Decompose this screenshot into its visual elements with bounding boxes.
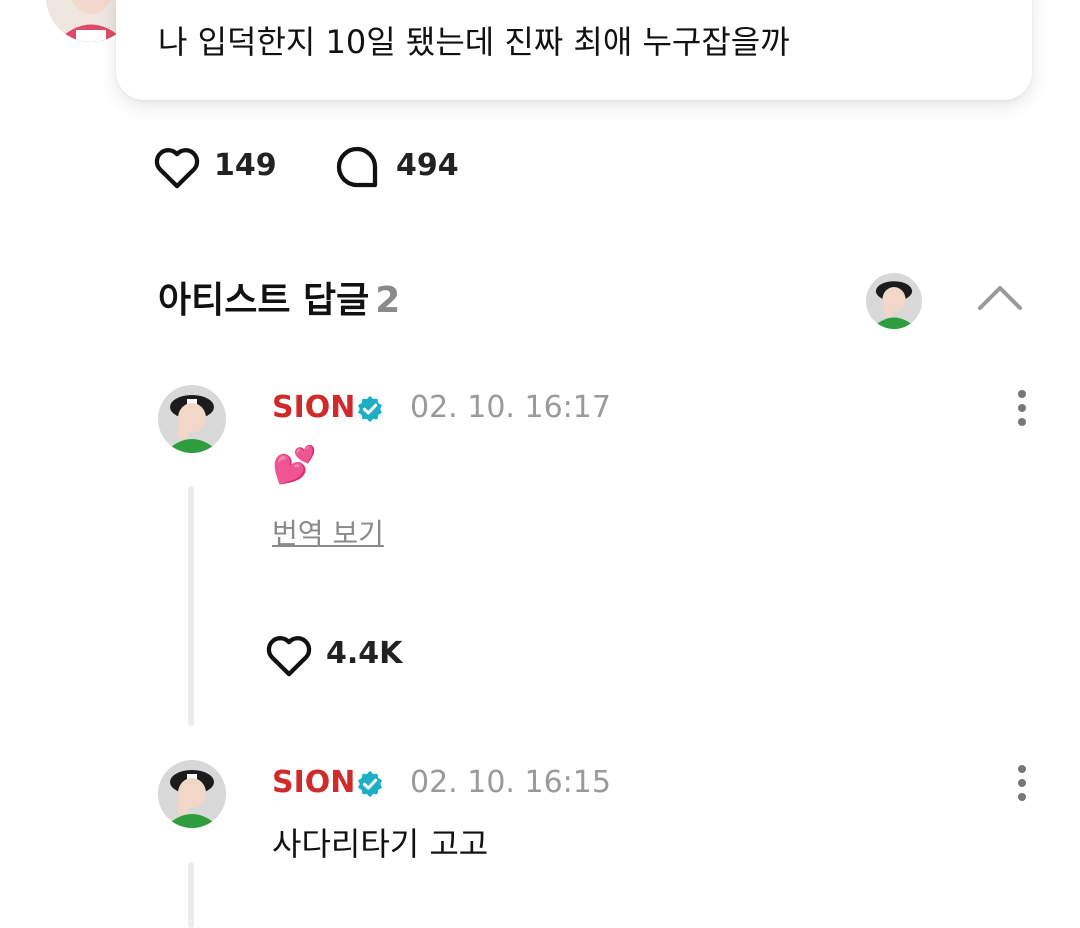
post-comment-count: 494	[396, 148, 459, 183]
thread-line	[188, 486, 194, 726]
chevron-up-icon	[978, 286, 1022, 310]
reply-author-avatar[interactable]	[158, 760, 226, 828]
reply-like-button[interactable]	[262, 628, 316, 686]
reply-author-name[interactable]: SION	[272, 763, 355, 803]
verified-badge-icon	[355, 394, 385, 428]
reply-more-button[interactable]	[1010, 386, 1034, 430]
reply-body: 💕	[272, 445, 317, 486]
artist-replies-count: 2	[375, 280, 401, 321]
translate-link[interactable]: 번역 보기	[272, 516, 384, 552]
artist-replies-label: 아티스트 답글	[158, 280, 370, 321]
heart-outline-icon	[266, 636, 312, 677]
reply-timestamp: 02. 10. 16:17	[410, 390, 611, 425]
reply-more-button[interactable]	[1010, 761, 1034, 805]
reply-body: 사다리타기 고고	[272, 825, 489, 863]
reply-like-count: 4.4K	[326, 636, 403, 671]
kebab-menu-icon	[1018, 765, 1026, 801]
kebab-menu-icon	[1018, 390, 1026, 426]
post-like-count: 149	[214, 148, 277, 183]
verified-badge-icon	[355, 769, 385, 803]
reply-timestamp: 02. 10. 16:15	[410, 765, 611, 800]
heart-outline-icon	[154, 148, 200, 189]
collapse-replies-button[interactable]	[970, 278, 1030, 318]
post-like-button[interactable]	[150, 140, 204, 198]
reply-author-name[interactable]: SION	[272, 388, 355, 428]
reply-author-avatar[interactable]	[158, 385, 226, 453]
artist-avatar-small[interactable]	[866, 273, 922, 329]
post-text: 나 입덕한지 10일 됐는데 진짜 최애 누구잡을까	[158, 23, 790, 61]
speech-bubble-icon	[336, 146, 378, 188]
thread-line	[188, 862, 194, 928]
artist-replies-title: 아티스트 답글 2	[158, 278, 400, 324]
post-comment-button[interactable]	[330, 140, 384, 198]
